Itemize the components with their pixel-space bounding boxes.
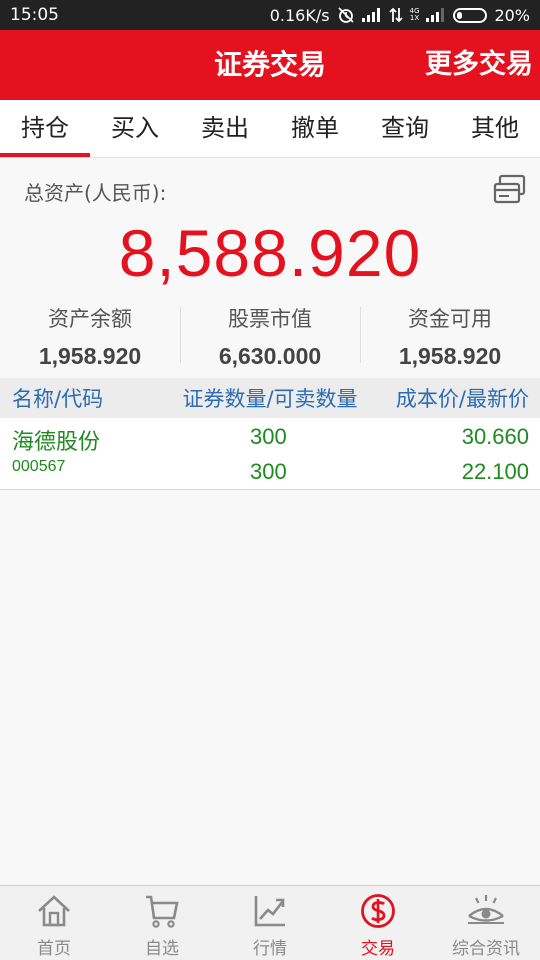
latest-price: 22.100 [461, 459, 529, 484]
battery-text: 20% [494, 5, 530, 25]
nav-home-label: 首页 [37, 939, 71, 959]
nav-trade[interactable]: 交易 [324, 886, 432, 960]
signal-icon [361, 8, 382, 22]
signal-4g-icon: 4G 1X [409, 7, 420, 22]
bottom-nav: 首页 自选 行情 交易 综合资讯 [0, 885, 540, 960]
stock-market-value-label: 股票市值 [228, 307, 312, 331]
nav-watchlist[interactable]: 自选 [108, 886, 216, 960]
cost-price: 30.660 [461, 424, 529, 449]
stock-code: 000567 [12, 458, 66, 475]
column-price: 成本价/最新价 [395, 387, 529, 411]
tab-sell[interactable]: 卖出 [180, 100, 270, 157]
nav-market-label: 行情 [253, 939, 287, 959]
tab-other[interactable]: 其他 [450, 100, 540, 157]
status-time: 15:05 [10, 5, 59, 25]
tab-query[interactable]: 查询 [360, 100, 450, 157]
table-row[interactable]: 海德股份 000567 300 300 30.660 22.100 [0, 418, 540, 490]
tab-cancel-order[interactable]: 撤单 [270, 100, 360, 157]
dollar-icon [361, 894, 395, 928]
app-header: 证券交易 更多交易 [0, 30, 540, 100]
nav-market[interactable]: 行情 [216, 886, 324, 960]
total-assets-label: 总资产(人民币): [24, 181, 167, 205]
nav-trade-label: 交易 [361, 939, 395, 959]
total-assets-value: 8,588.920 [118, 216, 422, 290]
nav-news-label: 综合资讯 [452, 939, 520, 959]
asset-balance: 资产余额 1,958.920 [0, 301, 180, 369]
nav-watchlist-label: 自选 [145, 939, 179, 959]
battery-icon [453, 7, 488, 23]
nav-news[interactable]: 综合资讯 [432, 886, 540, 960]
asset-balance-value: 1,958.920 [38, 343, 142, 369]
more-trades-button[interactable]: 更多交易 [425, 30, 533, 100]
stock-market-value: 股票市值 6,630.000 [180, 301, 360, 369]
stock-market-value-amount: 6,630.000 [218, 343, 322, 369]
available-funds: 资金可用 1,958.920 [360, 301, 540, 369]
status-icons: 0.16K/s 4G 1X 20% [270, 6, 530, 25]
stock-quantity: 300 [250, 424, 287, 449]
home-icon [38, 895, 70, 927]
available-funds-label: 资金可用 [408, 307, 492, 331]
tab-buy[interactable]: 买入 [90, 100, 180, 157]
nav-home[interactable]: 首页 [0, 886, 108, 960]
asset-balance-label: 资产余额 [48, 307, 132, 331]
available-funds-value: 1,958.920 [398, 343, 502, 369]
column-name-code: 名称/代码 [12, 387, 104, 411]
trade-tabs: 持仓 买入 卖出 撤单 查询 其他 [0, 100, 540, 158]
tab-holdings[interactable]: 持仓 [0, 100, 90, 157]
network-speed: 0.16K/s [269, 5, 330, 25]
signal-icon-2 [426, 8, 446, 22]
eye-icon [468, 895, 504, 924]
chart-icon [254, 896, 285, 927]
asset-summary: 总资产(人民币): 8,588.920 资产余额 1,958.920 股票市值 … [0, 159, 540, 377]
data-transfer-icon [388, 7, 403, 23]
stock-name: 海德股份 [12, 430, 101, 455]
status-bar: 15:05 0.16K/s 4G 1X 20% [0, 0, 540, 30]
asset-breakdown: 资产余额 1,958.920 股票市值 6,630.000 资金可用 1,958… [0, 301, 540, 369]
stock-sellable: 300 [250, 459, 287, 484]
holdings-table-header: 名称/代码 证券数量/可卖数量 成本价/最新价 [0, 378, 540, 418]
alarm-off-icon [337, 6, 355, 24]
cart-icon [146, 895, 179, 928]
bank-card-icon[interactable] [493, 173, 527, 207]
